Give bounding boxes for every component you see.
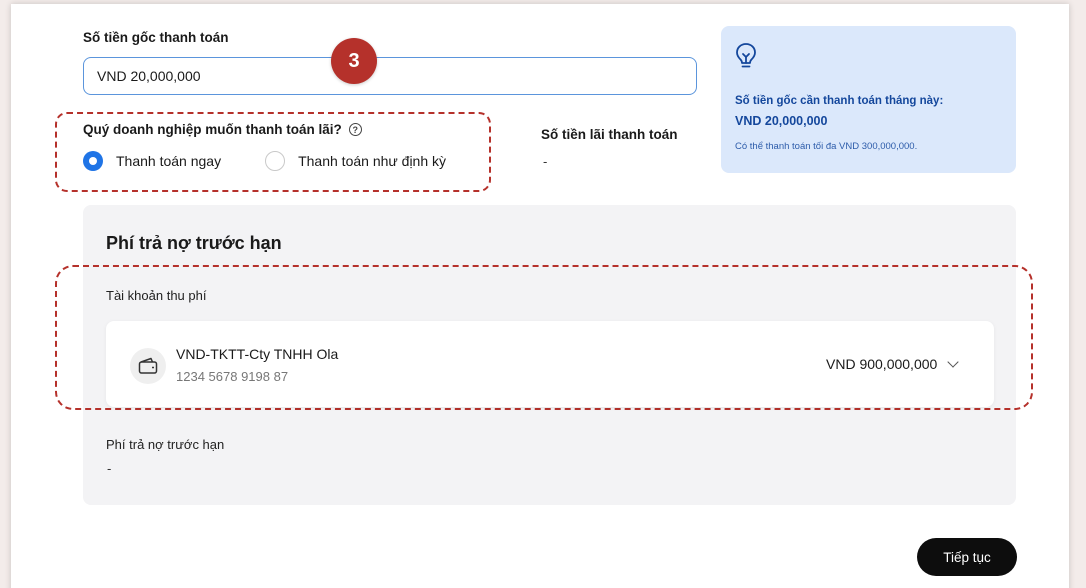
help-icon[interactable]: ?	[348, 123, 362, 136]
info-principal-due-label: Số tiền gốc cần thanh toán tháng này:	[735, 95, 944, 107]
radio-pay-periodic[interactable]: Thanh toán như định kỳ	[265, 151, 446, 171]
account-balance-dropdown[interactable]: VND 900,000,000	[826, 356, 959, 372]
interest-question: Quý doanh nghiệp muốn thanh toán lãi? ?	[83, 122, 362, 137]
fee-account-label: Tài khoản thu phí	[106, 288, 207, 303]
lightbulb-icon	[735, 42, 757, 77]
interest-radio-group: Thanh toán ngay Thanh toán như định kỳ	[83, 151, 446, 171]
account-balance: VND 900,000,000	[826, 356, 938, 372]
info-max-payment-note: Có thể thanh toán tối đa VND 300,000,000…	[735, 141, 918, 152]
wallet-icon	[130, 348, 166, 384]
fee-section-title: Phí trả nợ trước hạn	[106, 233, 282, 253]
interest-amount-value: -	[543, 154, 548, 169]
early-repayment-fee-value: -	[107, 461, 112, 476]
continue-button[interactable]: Tiếp tục	[917, 538, 1017, 576]
account-name: VND-TKTT-Cty TNHH Ola	[176, 346, 339, 362]
info-principal-due-amount: VND 20,000,000	[735, 114, 828, 128]
radio-pay-periodic-label: Thanh toán như định kỳ	[298, 153, 447, 169]
account-number: 1234 5678 9198 87	[176, 369, 289, 384]
principal-amount-input[interactable]	[83, 57, 697, 95]
early-repayment-fee-label: Phí trả nợ trước hạn	[106, 437, 225, 452]
radio-pay-now[interactable]: Thanh toán ngay	[83, 151, 221, 171]
principal-label: Số tiền gốc thanh toán	[83, 30, 229, 45]
radio-unselected-icon[interactable]	[265, 151, 286, 171]
interest-amount-label: Số tiền lãi thanh toán	[541, 127, 678, 142]
radio-selected-icon[interactable]	[83, 151, 103, 171]
step-badge: 3	[331, 38, 377, 84]
chevron-down-icon[interactable]	[947, 356, 959, 368]
interest-question-label: Quý doanh nghiệp muốn thanh toán lãi?	[83, 122, 342, 137]
radio-pay-now-label: Thanh toán ngay	[116, 153, 222, 169]
